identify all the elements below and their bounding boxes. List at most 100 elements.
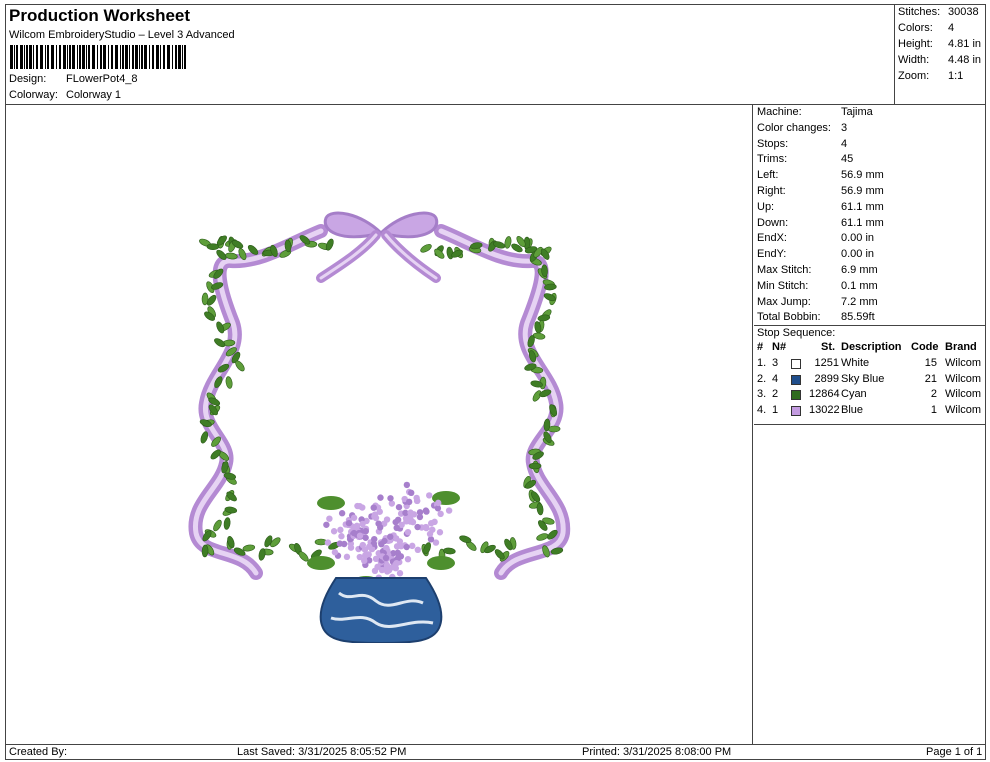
info-row: Up: 61.1 mm: [757, 201, 884, 213]
info-label: EndY:: [757, 248, 787, 261]
barcode-bar: [67, 45, 68, 69]
floret: [396, 538, 404, 545]
floret: [396, 570, 404, 577]
barcode-bar: [178, 45, 181, 69]
floret: [362, 552, 369, 559]
floret: [416, 513, 424, 521]
leaf: [223, 517, 231, 530]
info-value: 7.2 mm: [841, 295, 878, 308]
info-value: 0.00 in: [841, 248, 875, 261]
barcode-bar: [152, 45, 154, 69]
floret: [393, 559, 400, 567]
leaf: [258, 548, 266, 561]
floret: [405, 498, 413, 506]
info-row: Machine: Tajima: [757, 106, 873, 118]
row-needle: 4: [772, 372, 779, 385]
floret: [409, 518, 417, 526]
row-num: 4.: [757, 404, 767, 417]
floret: [350, 514, 358, 521]
floret: [362, 534, 369, 541]
floret: [331, 549, 339, 556]
summary-row: Colors: 4: [898, 22, 954, 34]
leaf: [225, 376, 233, 389]
info-label: Down:: [757, 216, 789, 229]
floret: [345, 519, 353, 527]
barcode-bar: [108, 45, 109, 69]
barcode-bar: [167, 45, 170, 69]
barcode-bar: [135, 45, 138, 69]
info-label: Min Stitch:: [757, 279, 809, 292]
leaf: [541, 264, 548, 278]
floret: [427, 520, 435, 527]
floret: [377, 494, 384, 501]
floret: [403, 481, 411, 489]
barcode-bar: [111, 45, 113, 69]
worksheet-footer: Created By: Last Saved: 3/31/2025 8:05:5…: [6, 744, 985, 759]
barcode-bar: [182, 45, 183, 69]
barcode-bar: [51, 45, 54, 69]
barcode-bar: [97, 45, 98, 69]
row-needle: 2: [772, 388, 779, 401]
colorway-row: Colorway: Colorway 1: [9, 89, 121, 101]
info-value: 61.1 mm: [841, 200, 884, 213]
info-row: Min Stitch: 0.1 mm: [757, 280, 878, 292]
row-code: 15: [924, 356, 937, 369]
summary-value: 4.81 in: [948, 38, 982, 50]
floret: [378, 566, 386, 574]
info-value: 85.59ft: [841, 311, 875, 324]
leaf: [423, 542, 431, 555]
floret: [407, 509, 414, 516]
barcode-bar: [100, 45, 102, 69]
info-label: Color changes:: [757, 121, 831, 134]
row-brand: Wilcom: [945, 404, 982, 417]
leaf: [537, 314, 551, 322]
leaf: [420, 244, 432, 253]
row-stitch-count: 13022: [809, 404, 840, 417]
col-header-n: N#: [772, 341, 787, 353]
barcode-bar: [163, 45, 165, 69]
floret: [326, 515, 333, 522]
barcode-bar: [103, 45, 106, 69]
flower-leaf: [427, 556, 455, 570]
design-row: Design: FLowerPot4_8: [9, 73, 138, 85]
barcode-bar: [47, 45, 49, 69]
info-row: EndY: 0.00 in: [757, 248, 874, 260]
summary-row: Zoom: 1:1: [898, 70, 963, 82]
summary-row: Width: 4.48 in: [898, 54, 981, 66]
floret: [427, 536, 435, 543]
color-swatch: [791, 358, 801, 369]
floret: [395, 503, 403, 511]
floret: [361, 557, 368, 564]
floret: [324, 539, 332, 546]
row-num: 1.: [757, 356, 767, 369]
color-swatch: [791, 390, 801, 401]
floret: [382, 554, 390, 562]
leaf: [242, 544, 256, 552]
row-code: 1: [930, 404, 937, 417]
floret: [445, 507, 453, 514]
floret: [330, 528, 338, 535]
floret: [403, 543, 410, 551]
barcode-bar: [139, 45, 140, 69]
floret: [359, 520, 366, 528]
design-label: Design:: [9, 73, 47, 85]
floret: [323, 521, 330, 528]
info-label: Left:: [757, 169, 779, 182]
barcode-bar: [26, 45, 28, 69]
barcode-bar: [160, 45, 161, 69]
floret: [436, 529, 444, 536]
summary-label: Stitches:: [898, 6, 941, 18]
info-label: Machine:: [757, 106, 802, 118]
row-code: 21: [924, 372, 937, 385]
info-label: Up:: [757, 200, 775, 213]
info-value: 3: [841, 121, 848, 134]
floret: [362, 527, 369, 535]
barcode-bar: [69, 45, 71, 69]
row-brand: Wilcom: [945, 372, 982, 385]
leaf: [459, 535, 472, 543]
barcode-bar: [33, 45, 34, 69]
row-description: Sky Blue: [841, 372, 885, 385]
floret: [387, 533, 394, 540]
vase: [319, 577, 443, 643]
row-brand: Wilcom: [945, 388, 982, 401]
